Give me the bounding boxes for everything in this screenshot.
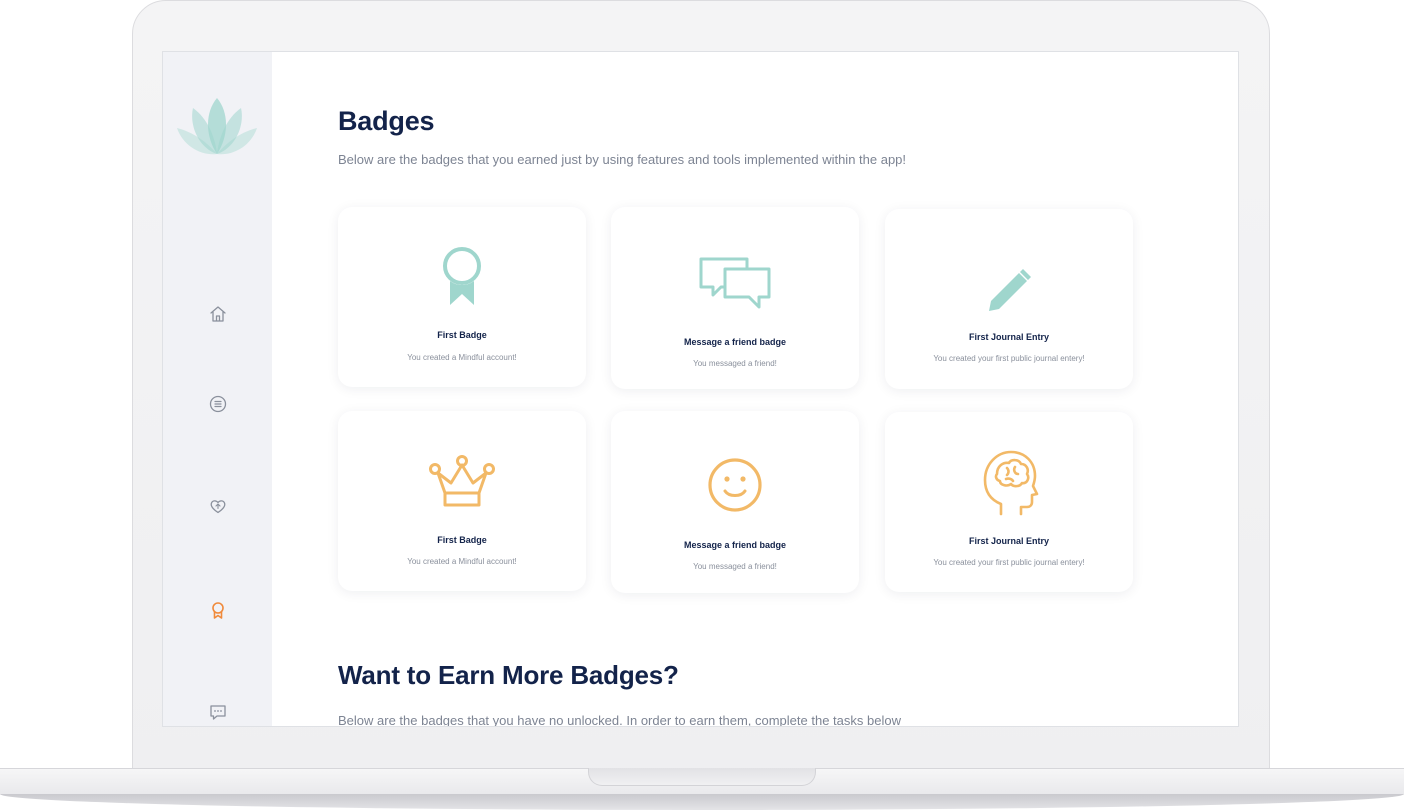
page-subtitle: Below are the badges that you earned jus… (338, 152, 907, 167)
laptop-mockup: Badges Below are the badges that you ear… (0, 0, 1404, 810)
badge-title: First Journal Entry (968, 332, 1049, 342)
badge-card[interactable]: First Badge You created a Mindful accoun… (338, 207, 586, 387)
badge-card[interactable]: Message a friend badge You messaged a fr… (611, 207, 859, 389)
ribbon-award-icon (443, 247, 481, 305)
crown-icon (429, 455, 495, 507)
badge-card[interactable]: First Journal Entry You created your fir… (885, 209, 1133, 389)
badge-title: Message a friend badge (683, 337, 787, 347)
lotus-logo-icon (177, 98, 257, 155)
smiley-icon (708, 458, 762, 512)
badge-description: You messaged a friend! (693, 562, 777, 571)
badge-description: You created a Mindful account! (407, 353, 517, 362)
badge-title: First Badge (437, 535, 487, 545)
award-icon (212, 602, 224, 619)
badge-title: First Journal Entry (968, 536, 1049, 546)
chat-icon (210, 705, 226, 720)
laptop-notch (588, 768, 816, 786)
nav-messages[interactable] (207, 701, 229, 723)
badge-title: Message a friend badge (683, 540, 787, 550)
badge-title: First Badge (437, 330, 487, 340)
list-icon (209, 395, 227, 413)
sidebar (163, 52, 272, 726)
badge-description: You created your first public journal en… (933, 558, 1085, 567)
nav-home[interactable] (207, 303, 229, 325)
badge-description: You created a Mindful account! (407, 557, 517, 566)
chat-bubbles-icon (699, 257, 771, 309)
heart-plus-icon (210, 500, 226, 514)
brain-head-icon (983, 450, 1039, 516)
main-content: Badges Below are the badges that you ear… (272, 52, 1238, 726)
badge-card[interactable]: First Journal Entry You created your fir… (885, 412, 1133, 592)
pencil-icon (989, 269, 1031, 311)
home-icon (210, 306, 226, 322)
more-badges-title: Want to Earn More Badges? (338, 660, 679, 690)
nav-list[interactable] (207, 393, 229, 415)
badge-card[interactable]: Message a friend badge You messaged a fr… (611, 411, 859, 593)
nav-badges[interactable] (207, 599, 229, 621)
page-title: Badges (338, 106, 435, 136)
more-badges-subtitle: Below are the badges that you have no un… (338, 713, 901, 727)
badge-card[interactable]: First Badge You created a Mindful accoun… (338, 411, 586, 591)
laptop-base (0, 768, 1404, 810)
app-screen: Badges Below are the badges that you ear… (162, 51, 1239, 727)
badge-description: You created your first public journal en… (933, 354, 1085, 363)
nav-heart[interactable] (207, 495, 229, 517)
badge-description: You messaged a friend! (693, 359, 777, 368)
